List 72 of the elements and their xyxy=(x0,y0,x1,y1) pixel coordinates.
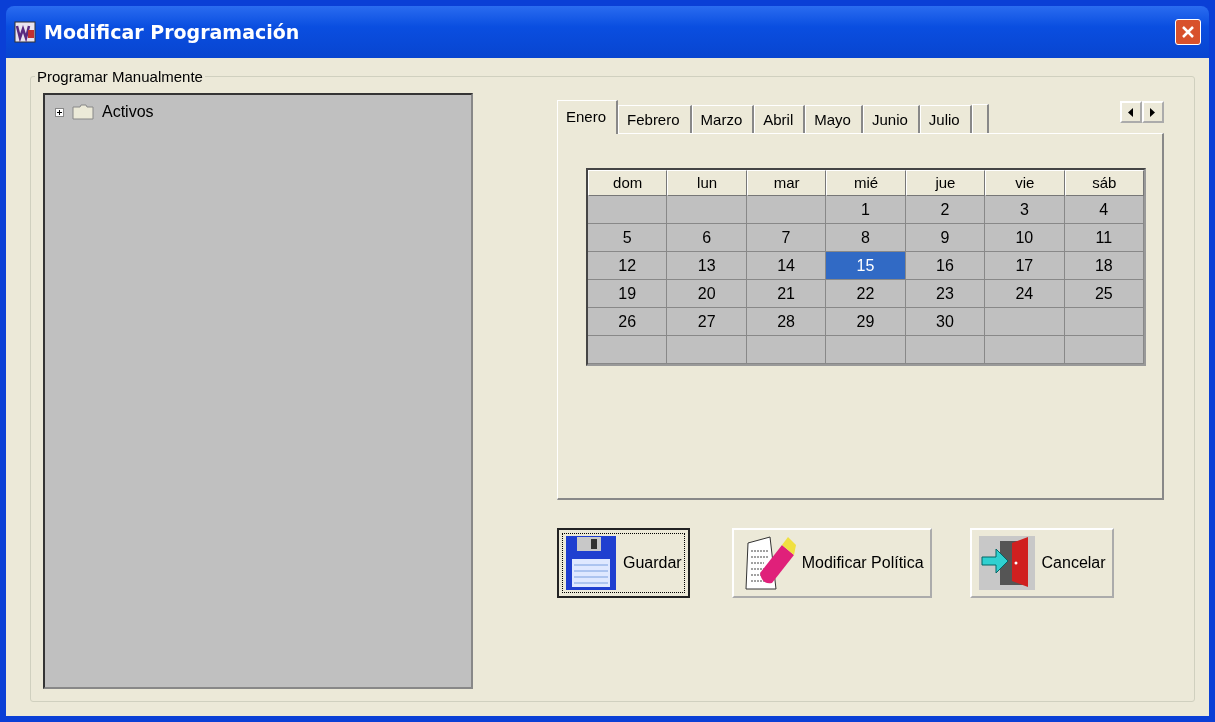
day-cell[interactable]: 12 xyxy=(588,252,668,280)
day-cell[interactable]: 10 xyxy=(985,224,1065,252)
left-arrow-icon xyxy=(1128,107,1134,117)
month-tab[interactable]: Junio xyxy=(862,105,920,133)
day-cell[interactable] xyxy=(905,336,986,364)
day-cell[interactable]: 27 xyxy=(667,308,747,336)
scroll-left-button[interactable] xyxy=(1120,101,1142,123)
column-header: vie xyxy=(985,170,1065,196)
month-tab[interactable]: Marzo xyxy=(691,105,755,133)
day-cell[interactable]: 29 xyxy=(826,308,906,336)
day-cell[interactable] xyxy=(985,308,1065,336)
policy-button[interactable]: Modificar Política xyxy=(731,528,932,598)
day-cell[interactable] xyxy=(746,196,827,224)
day-cell[interactable]: 14 xyxy=(746,252,827,280)
column-header: sáb xyxy=(1064,170,1144,196)
day-cell[interactable]: 13 xyxy=(667,252,747,280)
day-cell[interactable]: 16 xyxy=(905,252,986,280)
day-cell[interactable]: 5 xyxy=(588,224,668,252)
day-cell[interactable]: 9 xyxy=(905,224,986,252)
day-cell[interactable] xyxy=(985,336,1065,364)
day-cell[interactable]: 19 xyxy=(588,280,668,308)
day-cell[interactable]: 24 xyxy=(985,280,1065,308)
day-cell[interactable]: 18 xyxy=(1064,252,1144,280)
column-header: lun xyxy=(667,170,747,196)
day-cell[interactable]: 25 xyxy=(1064,280,1144,308)
close-icon xyxy=(1181,25,1195,39)
month-tab[interactable]: Julio xyxy=(919,105,972,133)
month-tab[interactable]: Enero xyxy=(557,100,619,134)
month-tab[interactable]: Mayo xyxy=(805,105,863,133)
close-button[interactable] xyxy=(1175,19,1201,45)
day-cell[interactable]: 7 xyxy=(746,224,827,252)
right-arrow-icon xyxy=(1150,107,1156,117)
day-cell[interactable]: 1 xyxy=(826,196,906,224)
column-header: dom xyxy=(588,170,668,196)
day-cell[interactable] xyxy=(826,336,906,364)
day-cell[interactable] xyxy=(667,336,747,364)
window-title: Modificar Programación xyxy=(44,21,301,43)
day-cell[interactable]: 23 xyxy=(905,280,986,308)
group-label: Programar Manualmente xyxy=(36,68,204,85)
day-cell[interactable]: 2 xyxy=(905,196,986,224)
expand-toggle[interactable] xyxy=(55,107,64,117)
column-header: mar xyxy=(746,170,827,196)
day-cell[interactable] xyxy=(667,196,747,224)
folder-icon xyxy=(72,104,94,120)
day-cell[interactable] xyxy=(1064,336,1144,364)
day-cell[interactable]: 20 xyxy=(667,280,747,308)
day-cell[interactable]: 26 xyxy=(588,308,668,336)
day-cell[interactable] xyxy=(1064,308,1144,336)
day-cell[interactable]: 6 xyxy=(667,224,747,252)
exit-door-icon xyxy=(977,535,1036,591)
day-cell[interactable]: 30 xyxy=(905,308,986,336)
day-cell[interactable]: 28 xyxy=(746,308,827,336)
day-cell[interactable]: 4 xyxy=(1064,196,1144,224)
day-cell[interactable]: 3 xyxy=(985,196,1065,224)
save-button[interactable]: Guardar xyxy=(557,528,690,598)
day-cell[interactable]: 17 xyxy=(985,252,1065,280)
column-header: mié xyxy=(826,170,906,196)
day-cell[interactable]: 22 xyxy=(826,280,906,308)
app-icon xyxy=(14,21,36,43)
day-cell[interactable]: 21 xyxy=(746,280,827,308)
tree-item[interactable]: Activos xyxy=(102,103,154,121)
scroll-right-button[interactable] xyxy=(1142,101,1164,123)
day-cell[interactable]: 11 xyxy=(1064,224,1144,252)
column-header: jue xyxy=(905,170,986,196)
day-cell[interactable] xyxy=(588,196,668,224)
month-tab[interactable]: Febrero xyxy=(618,105,692,133)
day-cell[interactable]: 8 xyxy=(826,224,906,252)
cancel-button[interactable]: Cancelar xyxy=(969,528,1114,598)
day-cell[interactable] xyxy=(746,336,827,364)
day-cell[interactable]: 15 xyxy=(826,252,906,280)
day-cell[interactable] xyxy=(588,336,668,364)
month-tab[interactable]: Abril xyxy=(754,105,806,133)
